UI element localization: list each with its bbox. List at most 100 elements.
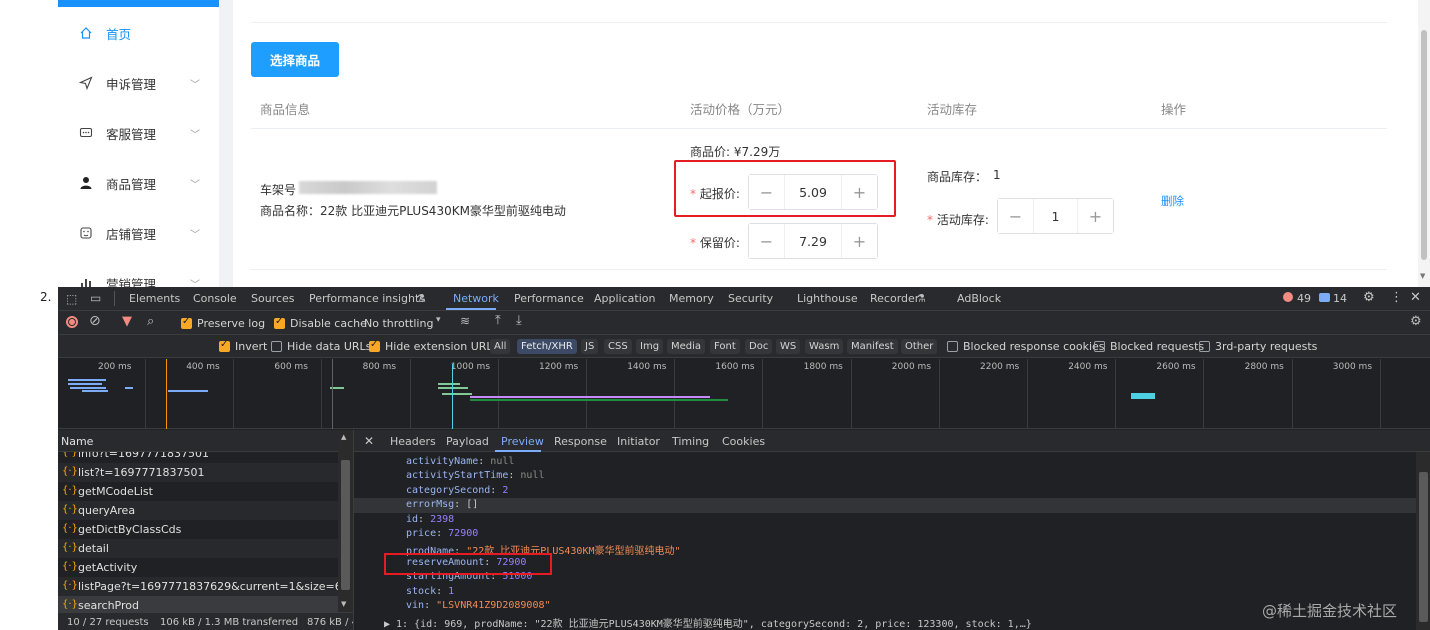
decrease-button[interactable]: − (749, 224, 785, 258)
request-row-getactivity[interactable]: {·} getActivity (58, 558, 338, 577)
preview-scrollbar[interactable] (1416, 452, 1430, 630)
sidebar-item-customer-service[interactable]: 客服管理 ﹀ (58, 115, 219, 151)
close-icon[interactable]: ✕ (1410, 290, 1421, 305)
tab-payload[interactable]: Payload (446, 435, 489, 448)
request-row-list[interactable]: {·} list?t=1697771837501 (58, 463, 338, 482)
preview-next-item[interactable]: ▶ 1: {id: 969, prodName: "22款 比亚迪元PLUS43… (384, 615, 1032, 630)
preserve-log-checkbox[interactable] (181, 316, 192, 329)
filter-type-all[interactable]: All (490, 339, 511, 354)
blocked-requests-checkbox[interactable] (1094, 341, 1105, 352)
export-har-icon[interactable]: ⤓ (516, 313, 522, 328)
clear-icon[interactable]: ⊘ (89, 313, 101, 329)
request-row-searchprod[interactable]: {·} searchProd (58, 596, 338, 612)
preview-property-price[interactable]: price: 72900 (406, 528, 478, 539)
activity-stock-stepper[interactable]: − 1 + (997, 198, 1114, 234)
tab-recorder[interactable]: Recorder (870, 292, 919, 305)
preview-property-categorySecond[interactable]: categorySecond: 2 (406, 485, 508, 496)
inspect-element-icon[interactable]: ⬚ (66, 292, 77, 306)
increase-button[interactable]: + (1077, 199, 1113, 233)
request-row-listpage[interactable]: {·} listPage?t=1697771837629&current=1&s… (58, 577, 338, 596)
tab-performance[interactable]: Performance (514, 292, 584, 305)
filter-icon[interactable]: ▼ (122, 314, 132, 329)
tab-security[interactable]: Security (728, 292, 773, 305)
network-conditions-icon[interactable]: ≋ (460, 314, 470, 328)
scroll-down-arrow-icon[interactable]: ▼ (1420, 272, 1425, 280)
request-row-getdictbyclasscds[interactable]: {·} getDictByClassCds (58, 520, 338, 539)
sidebar-item-store[interactable]: 店铺管理 ﹀ (58, 215, 219, 251)
filter-type-doc[interactable]: Doc (745, 339, 773, 354)
request-row-info[interactable]: {·} info?t=1697771837501 (58, 452, 338, 463)
scroll-up-arrow-icon[interactable]: ▲ (341, 433, 346, 441)
third-party-checkbox[interactable] (1199, 341, 1210, 352)
select-product-button[interactable]: 选择商品 (251, 42, 339, 77)
activity-stock-input[interactable]: 1 (1034, 209, 1077, 224)
preview-property-activityName[interactable]: activityName: null (406, 456, 514, 467)
request-row-queryarea[interactable]: {·} queryArea (58, 501, 338, 520)
error-count[interactable]: 49 (1297, 292, 1311, 305)
filter-type-fetch-xhr[interactable]: Fetch/XHR (517, 339, 577, 354)
reserve-price-input[interactable]: 7.29 (785, 234, 841, 249)
scrollbar-thumb[interactable] (341, 460, 350, 590)
delete-link[interactable]: 删除 (1161, 193, 1184, 209)
tab-sources[interactable]: Sources (251, 292, 295, 305)
network-overview-timeline[interactable]: 200 ms 400 ms 600 ms 800 ms 1000 ms 1200 ms 14… (58, 359, 1430, 429)
tab-adblock[interactable]: AdBlock (957, 292, 1001, 305)
more-options-icon[interactable]: ⋮ (1390, 290, 1403, 305)
invert-checkbox[interactable] (219, 339, 230, 352)
gear-icon[interactable]: ⚙ (1363, 290, 1375, 305)
hide-data-urls-checkbox[interactable] (271, 341, 282, 352)
device-toolbar-icon[interactable]: ▭ (90, 291, 101, 305)
error-icon[interactable] (1283, 292, 1293, 302)
preview-property-errorMsg[interactable]: errorMsg: [] (406, 499, 478, 510)
filter-type-ws[interactable]: WS (776, 339, 801, 354)
increase-button[interactable]: + (841, 224, 877, 258)
filter-type-other[interactable]: Other (901, 339, 938, 354)
filter-type-img[interactable]: Img (636, 339, 664, 354)
tab-initiator[interactable]: Initiator (617, 435, 660, 448)
page-scrollbar[interactable]: ▼ (1418, 0, 1430, 287)
tab-preview[interactable]: Preview (501, 435, 544, 448)
request-row-getmcodelist[interactable]: {·} getMCodeList (58, 482, 338, 501)
sidebar-item-products[interactable]: 商品管理 ﹀ (58, 165, 219, 201)
scrollbar-thumb[interactable] (1421, 30, 1427, 260)
preview-property-activityStartTime[interactable]: activityStartTime: null (406, 470, 545, 481)
filter-type-manifest[interactable]: Manifest (847, 339, 898, 354)
tab-memory[interactable]: Memory (669, 292, 714, 305)
filter-type-js[interactable]: JS (581, 339, 599, 354)
scroll-down-arrow-icon[interactable]: ▼ (341, 600, 346, 608)
request-list-scrollbar[interactable]: ▲ ▼ (338, 430, 353, 612)
scrollbar-thumb[interactable] (1419, 472, 1428, 622)
chevron-down-icon[interactable]: ▾ (436, 315, 441, 325)
message-count[interactable]: 14 (1333, 292, 1347, 305)
preview-property-vin[interactable]: vin: "LSVNR41Z9D2089008" (406, 600, 551, 611)
tab-network[interactable]: Network (453, 292, 499, 305)
filter-type-wasm[interactable]: Wasm (805, 339, 844, 354)
disable-cache-checkbox[interactable] (274, 316, 285, 329)
filter-type-css[interactable]: CSS (604, 339, 632, 354)
hide-extension-urls-checkbox[interactable] (369, 339, 380, 352)
import-har-icon[interactable]: ⤒ (495, 313, 501, 328)
gear-icon[interactable]: ⚙ (1410, 314, 1422, 329)
request-list-header[interactable]: Name (58, 430, 338, 452)
throttling-select[interactable]: No throttling (364, 317, 433, 330)
blocked-cookies-checkbox[interactable] (947, 341, 958, 352)
reserve-price-stepper[interactable]: − 7.29 + (748, 223, 878, 259)
close-icon[interactable]: ✕ (364, 434, 374, 448)
preview-property-id[interactable]: id: 2398 (406, 514, 454, 525)
tab-elements[interactable]: Elements (129, 292, 180, 305)
tab-cookies[interactable]: Cookies (722, 435, 765, 448)
filter-type-media[interactable]: Media (667, 339, 706, 354)
sidebar-item-appeal[interactable]: 申诉管理 ﹀ (58, 65, 219, 101)
tab-performance-insights[interactable]: Performance insights (309, 292, 425, 305)
preview-property-stock[interactable]: stock: 1 (406, 586, 454, 597)
tab-application[interactable]: Application (594, 292, 655, 305)
decrease-button[interactable]: − (998, 199, 1034, 233)
search-icon[interactable]: ⌕ (147, 314, 154, 329)
tab-console[interactable]: Console (193, 292, 237, 305)
sidebar-item-home[interactable]: 首页 (58, 15, 219, 51)
tab-response[interactable]: Response (554, 435, 607, 448)
tab-lighthouse[interactable]: Lighthouse (797, 292, 858, 305)
message-icon[interactable] (1319, 293, 1330, 302)
request-row-detail[interactable]: {·} detail (58, 539, 338, 558)
tab-timing[interactable]: Timing (672, 435, 709, 448)
